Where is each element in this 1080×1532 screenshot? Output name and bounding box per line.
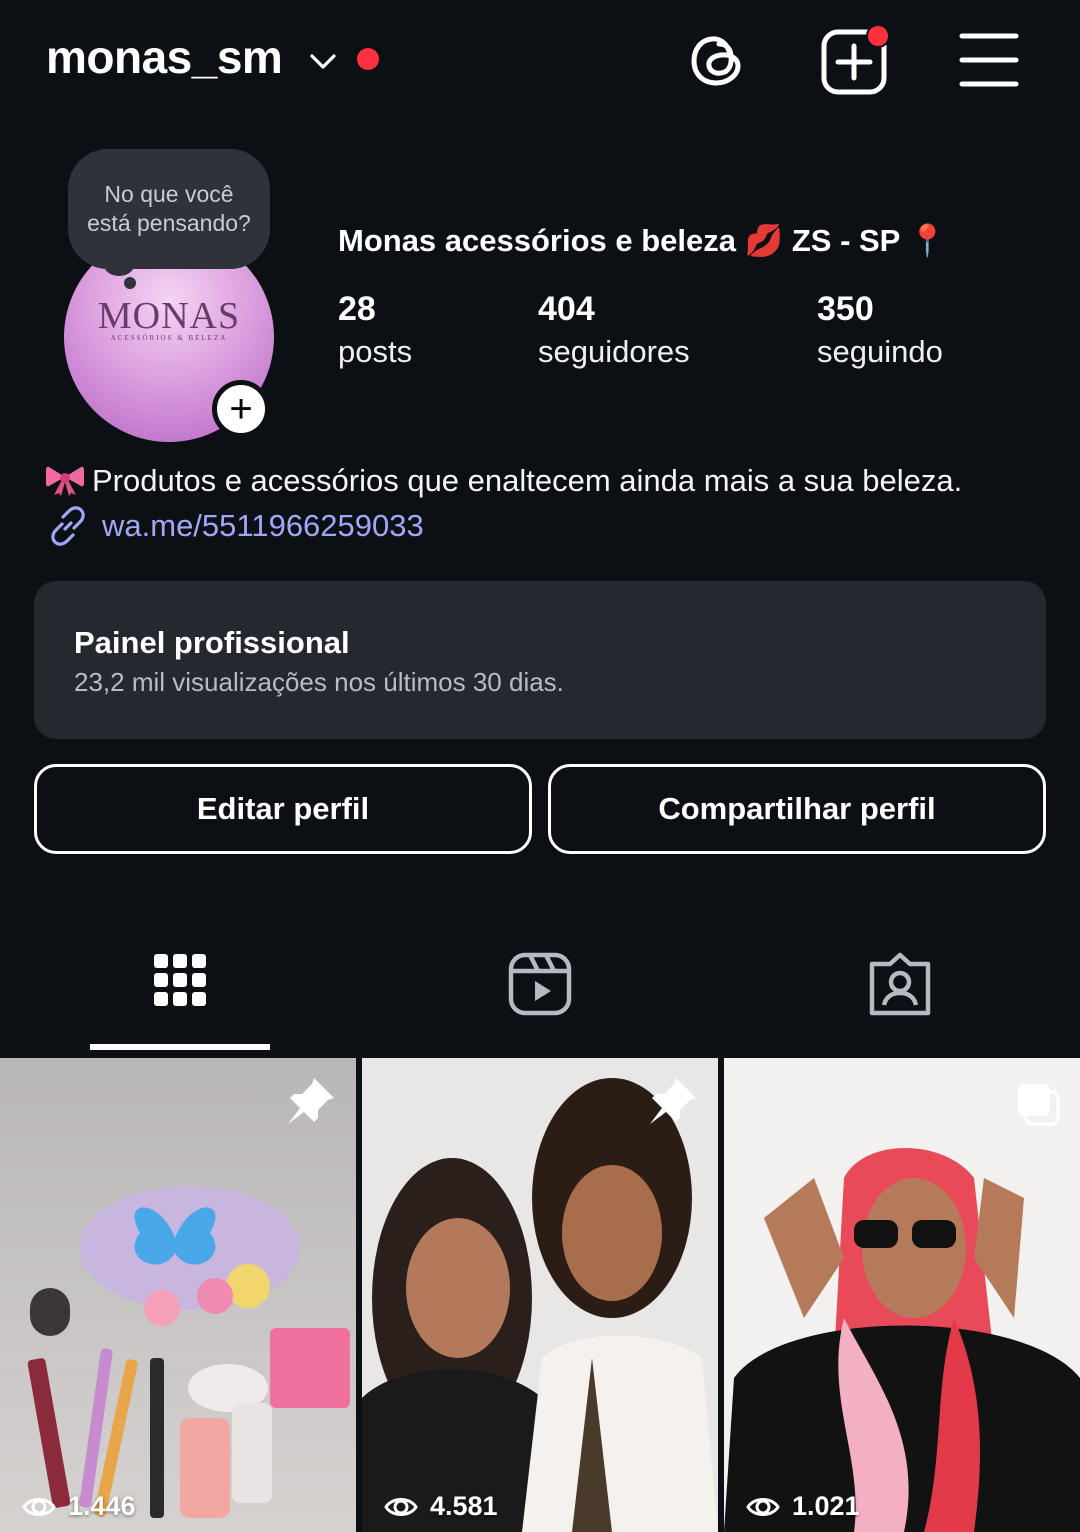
profile-page: monas_sm MONAS ACESSÓRIOS & BELEZA No qu… bbox=[0, 0, 1080, 1532]
post-grid: 1.446 4.581 1.021 bbox=[0, 1058, 1080, 1532]
post-image bbox=[0, 1058, 356, 1532]
tab-reels[interactable] bbox=[360, 940, 720, 1050]
professional-dashboard[interactable]: Painel profissional 23,2 mil visualizaçõ… bbox=[34, 581, 1046, 739]
note-bubble[interactable]: No que você está pensando? bbox=[68, 149, 270, 269]
bio: Produtos e acessórios que enaltecem aind… bbox=[46, 462, 962, 499]
ribbon-icon bbox=[46, 466, 84, 496]
post-thumbnail[interactable]: 1.021 bbox=[724, 1058, 1080, 1532]
chevron-down-icon[interactable] bbox=[306, 44, 340, 78]
post-thumbnail[interactable]: 1.446 bbox=[0, 1058, 356, 1532]
multiple-photos-icon bbox=[1018, 1084, 1060, 1126]
menu-icon[interactable] bbox=[958, 30, 1020, 90]
add-story-button[interactable]: + bbox=[212, 380, 270, 438]
avatar-logo: MONAS ACESSÓRIOS & BELEZA bbox=[97, 295, 241, 342]
stat-followers[interactable]: 404 seguidores bbox=[538, 288, 690, 374]
create-notification-dot bbox=[866, 24, 890, 48]
post-image bbox=[724, 1058, 1080, 1532]
top-bar: monas_sm bbox=[0, 0, 1080, 120]
stat-value: 350 bbox=[817, 290, 874, 328]
views-icon bbox=[746, 1497, 780, 1516]
tab-tagged[interactable] bbox=[720, 940, 1080, 1050]
views-icon bbox=[384, 1497, 418, 1516]
stat-label: seguidores bbox=[538, 334, 690, 369]
username-title[interactable]: monas_sm bbox=[46, 30, 283, 84]
threads-icon[interactable] bbox=[686, 28, 748, 92]
grid-icon bbox=[154, 954, 206, 1006]
stat-value: 404 bbox=[538, 290, 595, 328]
note-bubble-tail-dot bbox=[124, 277, 136, 289]
post-image bbox=[362, 1058, 718, 1532]
stat-following[interactable]: 350 seguindo bbox=[817, 288, 943, 374]
stat-value: 28 bbox=[338, 290, 376, 328]
stat-posts[interactable]: 28 posts bbox=[338, 288, 412, 374]
view-count: 1.446 bbox=[22, 1491, 136, 1522]
tagged-icon bbox=[869, 952, 931, 1016]
dashboard-subtitle: 23,2 mil visualizações nos últimos 30 di… bbox=[74, 667, 564, 697]
post-thumbnail[interactable]: 4.581 bbox=[362, 1058, 718, 1532]
link-icon bbox=[51, 506, 85, 546]
reels-icon bbox=[508, 952, 572, 1016]
bio-text: Produtos e acessórios que enaltecem aind… bbox=[92, 463, 963, 498]
profile-display-name: Monas acessórios e beleza 💋 ZS - SP 📍 bbox=[338, 223, 948, 258]
stat-label: posts bbox=[338, 334, 413, 369]
bio-link[interactable]: wa.me/5511966259033 bbox=[46, 504, 424, 548]
stat-label: seguindo bbox=[817, 334, 943, 369]
tab-grid[interactable] bbox=[0, 940, 360, 1050]
edit-profile-button[interactable]: Editar perfil bbox=[34, 764, 532, 854]
notification-dot bbox=[357, 48, 379, 70]
active-tab-indicator bbox=[90, 1044, 270, 1050]
dashboard-title: Painel profissional bbox=[74, 625, 350, 660]
pin-icon bbox=[650, 1078, 696, 1124]
share-profile-button[interactable]: Compartilhar perfil bbox=[548, 764, 1046, 854]
view-count: 4.581 bbox=[384, 1491, 498, 1522]
views-icon bbox=[22, 1497, 56, 1516]
view-count: 1.021 bbox=[746, 1491, 860, 1522]
pin-icon bbox=[288, 1078, 334, 1124]
link-text[interactable]: wa.me/5511966259033 bbox=[102, 508, 424, 544]
